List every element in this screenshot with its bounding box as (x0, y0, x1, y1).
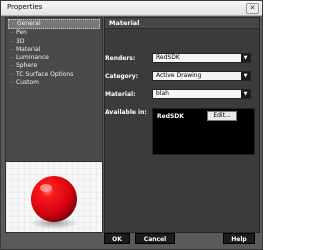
tree-item-general[interactable]: General (8, 19, 100, 30)
sphere-preview-image (6, 162, 102, 232)
tree-item-label: Material (16, 45, 41, 53)
tree-item-sphere[interactable]: ⋯ Sphere (6, 62, 102, 70)
help-button-label: Help (231, 236, 247, 243)
ok-button-label: OK (112, 236, 122, 243)
panel-title: Material (109, 19, 140, 27)
chevron-down-icon: ▼ (241, 72, 250, 80)
category-select[interactable]: Active Drawing ▼ (152, 71, 251, 81)
dialog-button-bar: OK Cancel Help (1, 232, 262, 249)
category-label: Category: (105, 73, 139, 80)
chevron-down-icon: ▼ (241, 54, 250, 62)
cancel-button-label: Cancel (143, 236, 167, 243)
panel-header: Material (105, 18, 259, 29)
edit-button-label: Edit... (213, 112, 231, 119)
tree-item-label: Custom (16, 79, 39, 87)
available-list[interactable]: RedSDK Edit... (152, 108, 255, 155)
close-icon: ✕ (249, 4, 256, 12)
tree-connector-icon: ⋯ (9, 46, 14, 53)
material-label: Material: (105, 91, 136, 98)
tree-connector-icon: ⋯ (9, 38, 14, 45)
tree-connector-icon: ⋯ (9, 80, 14, 87)
cancel-button[interactable]: Cancel (135, 233, 175, 244)
material-preview (5, 161, 103, 233)
tree-item-material[interactable]: ⋯ Material (6, 46, 102, 54)
material-value: blah (156, 90, 169, 97)
available-label: Available in: (105, 109, 147, 116)
tree-item-label: 3D (16, 37, 25, 45)
window-title: Properties (7, 3, 43, 11)
title-bar: Properties ✕ (1, 1, 262, 16)
property-tree: General ⋯ Pen ⋯ 3D ⋯ Material ⋯ Luminanc… (5, 17, 103, 162)
ok-button[interactable]: OK (104, 233, 130, 244)
tree-item-custom[interactable]: ⋯ Custom (6, 79, 102, 87)
material-select[interactable]: blah ▼ (152, 89, 251, 99)
tree-connector-icon: ⋯ (9, 71, 14, 78)
close-button[interactable]: ✕ (246, 3, 259, 14)
tree-connector-icon: ⋯ (9, 63, 14, 70)
chevron-down-icon: ▼ (241, 90, 250, 98)
properties-window: Properties ✕ General ⋯ Pen ⋯ 3D ⋯ Materi… (0, 0, 263, 250)
tree-item-luminance[interactable]: ⋯ Luminance (6, 54, 102, 62)
renders-select[interactable]: RedSDK ▼ (152, 53, 251, 63)
available-item: RedSDK (157, 113, 184, 120)
material-panel: Material Renders: RedSDK ▼ Category: Act… (104, 17, 260, 233)
help-button[interactable]: Help (223, 233, 255, 244)
sphere (31, 176, 77, 222)
edit-button[interactable]: Edit... (207, 111, 237, 121)
tree-item-label: Pen (16, 29, 27, 37)
tree-item-3d[interactable]: ⋯ 3D (6, 38, 102, 46)
tree-item-label: General (17, 20, 41, 27)
category-value: Active Drawing (156, 72, 202, 79)
tree-item-label: Luminance (16, 54, 49, 62)
tree-item-label: Sphere (16, 62, 38, 70)
tree-item-pen[interactable]: ⋯ Pen (6, 29, 102, 37)
tree-connector-icon: ⋯ (9, 55, 14, 62)
tree-connector-icon: ⋯ (9, 30, 14, 37)
tree-item-label: TC Surface Options (16, 70, 74, 78)
renders-label: Renders: (105, 55, 136, 62)
tree-item-tc-surface-options[interactable]: ⋯ TC Surface Options (6, 71, 102, 79)
renders-value: RedSDK (156, 54, 180, 61)
